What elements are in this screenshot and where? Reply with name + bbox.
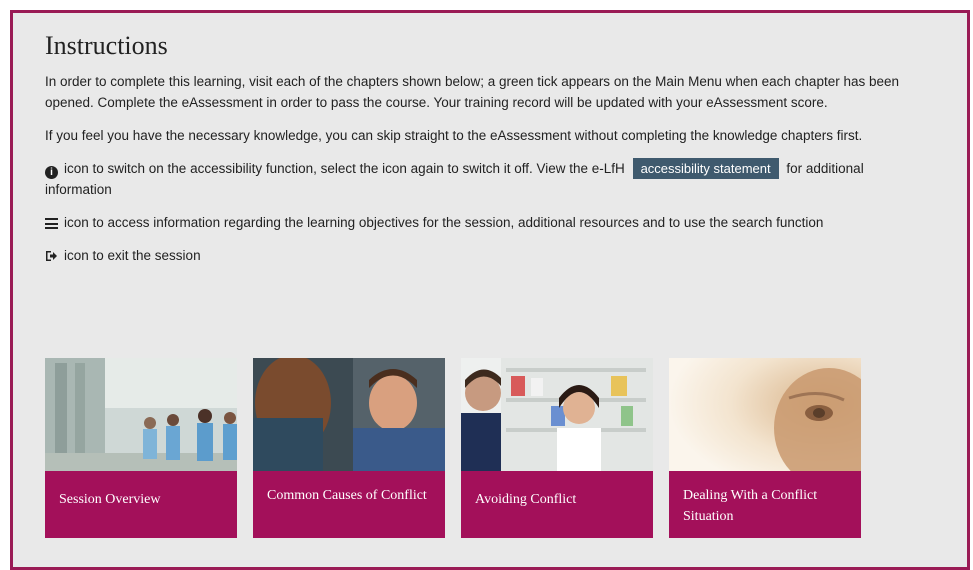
accessibility-statement-link[interactable]: accessibility statement — [632, 158, 779, 179]
chapter-tile-common-causes[interactable]: Common Causes of Conflict — [253, 358, 445, 538]
menu-text: icon to access information regarding the… — [64, 215, 824, 230]
page-title: Instructions — [45, 31, 168, 60]
chapter-tile-dealing-with-conflict[interactable]: Dealing With a Conflict Situation — [669, 358, 861, 538]
menu-instruction: icon to access information regarding the… — [45, 212, 905, 233]
instructions-paragraph-2: If you feel you have the necessary knowl… — [45, 128, 863, 143]
instructions-panel: Instructions In order to complete this l… — [45, 31, 905, 278]
elderly-face-image — [669, 358, 861, 471]
content-frame: Instructions In order to complete this l… — [10, 10, 970, 570]
instructions-paragraph-1: In order to complete this learning, visi… — [45, 74, 900, 110]
exit-icon — [45, 247, 58, 261]
tile-label: Dealing With a Conflict Situation — [669, 471, 861, 538]
exit-text: icon to exit the session — [64, 248, 201, 263]
chapter-tile-avoiding-conflict[interactable]: Avoiding Conflict — [461, 358, 653, 538]
distressed-man-image — [253, 358, 445, 471]
list-icon — [45, 218, 58, 229]
chapter-tile-session-overview[interactable]: Session Overview — [45, 358, 237, 538]
tile-label: Common Causes of Conflict — [253, 471, 445, 538]
accessibility-text-pre: icon to switch on the accessibility func… — [64, 161, 625, 176]
tile-label: Session Overview — [45, 471, 237, 538]
accessibility-instruction: i icon to switch on the accessibility fun… — [45, 158, 905, 200]
info-circle-icon: i — [45, 166, 58, 179]
pharmacy-conversation-image — [461, 358, 653, 471]
tile-label: Avoiding Conflict — [461, 471, 653, 538]
hospital-corridor-image — [45, 358, 237, 471]
chapter-tiles: Session Overview Common Causes of Confli… — [45, 358, 865, 538]
exit-instruction: icon to exit the session — [45, 245, 905, 266]
